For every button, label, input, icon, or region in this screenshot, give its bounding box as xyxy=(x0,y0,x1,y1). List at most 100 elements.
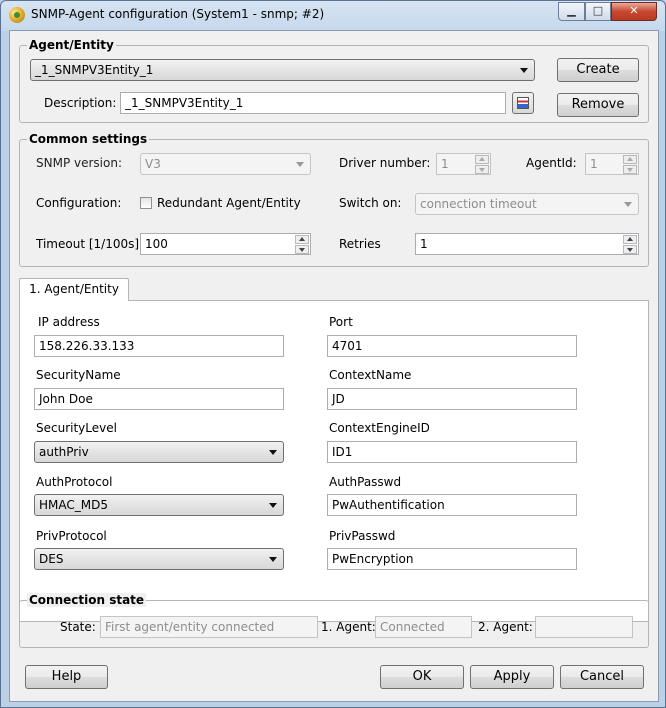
retries-input[interactable]: 1 xyxy=(415,233,639,255)
snmp-version-label: SNMP version: xyxy=(36,156,122,170)
security-name-input[interactable]: John Doe xyxy=(34,388,284,410)
spin-down-icon[interactable] xyxy=(623,245,637,254)
spin-up-icon[interactable] xyxy=(623,155,637,164)
dialog-window: SNMP-Agent configuration (System1 - snmp… xyxy=(0,0,666,708)
chevron-down-icon xyxy=(269,450,277,455)
redundant-checkbox[interactable] xyxy=(140,197,152,209)
help-button[interactable]: Help xyxy=(25,665,108,689)
spin-up-icon[interactable] xyxy=(623,235,637,244)
description-input[interactable]: _1_SNMPV3Entity_1 xyxy=(120,92,506,114)
driver-number-value: 1 xyxy=(441,157,449,171)
connection-state-group: Connection state State: First agent/enti… xyxy=(19,593,649,648)
app-icon xyxy=(9,7,25,23)
connection-state-legend: Connection state xyxy=(27,593,147,607)
chevron-down-icon xyxy=(269,503,277,508)
driver-number-input[interactable]: 1 xyxy=(436,153,491,175)
dialog-footer: Help OK Apply Cancel xyxy=(9,654,659,702)
priv-protocol-select[interactable]: DES xyxy=(34,548,284,570)
minimize-button[interactable]: ▁ xyxy=(558,2,585,21)
agent2-label: 2. Agent: xyxy=(478,620,533,634)
retries-value: 1 xyxy=(420,237,428,251)
spin-down-icon[interactable] xyxy=(295,245,309,254)
ok-button[interactable]: OK xyxy=(380,665,464,689)
dialog-body: Agent/Entity _1_SNMPV3Entity_1 Create De… xyxy=(9,30,659,656)
chevron-down-icon xyxy=(520,68,528,73)
retries-label: Retries xyxy=(339,237,381,251)
chevron-down-icon xyxy=(296,162,304,167)
language-button[interactable] xyxy=(512,92,534,114)
driver-number-label: Driver number: xyxy=(339,156,431,170)
switch-on-label: Switch on: xyxy=(339,196,402,210)
switch-on-value: connection timeout xyxy=(420,197,537,211)
context-engine-id-label: ContextEngineID xyxy=(329,421,430,435)
state-field: First agent/entity connected xyxy=(100,616,318,638)
configuration-label: Configuration: xyxy=(36,196,122,210)
timeout-spinner[interactable] xyxy=(295,234,309,254)
spin-up-icon[interactable] xyxy=(475,155,489,164)
agent-entity-select-value: _1_SNMPV3Entity_1 xyxy=(35,63,154,77)
ip-address-input[interactable]: 158.226.33.133 xyxy=(34,335,284,357)
flag-icon xyxy=(517,97,529,109)
context-engine-id-input[interactable]: ID1 xyxy=(327,441,577,463)
agent-id-value: 1 xyxy=(590,157,598,171)
timeout-input[interactable]: 100 xyxy=(140,233,311,255)
auth-protocol-value: HMAC_MD5 xyxy=(39,498,108,512)
spin-down-icon[interactable] xyxy=(475,165,489,174)
create-button[interactable]: Create xyxy=(557,58,639,82)
maximize-button[interactable]: □ xyxy=(585,2,611,21)
security-name-label: SecurityName xyxy=(36,368,121,382)
security-level-select[interactable]: authPriv xyxy=(34,441,284,463)
security-level-label: SecurityLevel xyxy=(36,421,117,435)
tab-agent-entity-1[interactable]: 1. Agent/Entity xyxy=(19,278,129,301)
timeout-value: 100 xyxy=(145,237,168,251)
redundant-label[interactable]: Redundant Agent/Entity xyxy=(157,196,301,210)
priv-passwd-label: PrivPasswd xyxy=(329,529,396,543)
close-button[interactable]: ✕ xyxy=(611,2,657,21)
description-label: Description: xyxy=(44,96,117,110)
retries-spinner[interactable] xyxy=(623,234,637,254)
context-name-input[interactable]: JD xyxy=(327,388,577,410)
snmp-version-value: V3 xyxy=(145,157,161,171)
port-label: Port xyxy=(329,315,353,329)
title-bar[interactable]: SNMP-Agent configuration (System1 - snmp… xyxy=(1,1,665,29)
priv-protocol-label: PrivProtocol xyxy=(36,529,107,543)
spin-down-icon[interactable] xyxy=(623,165,637,174)
auth-passwd-input[interactable]: PwAuthentification xyxy=(327,494,577,516)
ip-address-label: IP address xyxy=(38,315,100,329)
agent1-label: 1. Agent: xyxy=(321,620,376,634)
spin-up-icon[interactable] xyxy=(295,235,309,244)
agent-entity-tab-panel: IP address 158.226.33.133 Port 4701 Secu… xyxy=(19,300,649,622)
timeout-label: Timeout [1/100s] xyxy=(36,237,140,251)
minimize-icon: ▁ xyxy=(567,4,576,17)
agent-id-spinner[interactable] xyxy=(623,154,637,174)
chevron-down-icon xyxy=(269,557,277,562)
chevron-down-icon xyxy=(624,202,632,207)
context-name-label: ContextName xyxy=(329,368,412,382)
auth-passwd-label: AuthPasswd xyxy=(329,475,402,489)
agent-entity-legend: Agent/Entity xyxy=(27,38,116,52)
port-input[interactable]: 4701 xyxy=(327,335,577,357)
state-label: State: xyxy=(60,620,96,634)
agent-id-input[interactable]: 1 xyxy=(585,153,639,175)
close-icon: ✕ xyxy=(629,4,639,17)
security-level-value: authPriv xyxy=(39,445,89,459)
agent-entity-select[interactable]: _1_SNMPV3Entity_1 xyxy=(30,59,535,81)
agent-id-label: AgentId: xyxy=(526,156,577,170)
priv-passwd-input[interactable]: PwEncryption xyxy=(327,548,577,570)
common-settings-group: Common settings SNMP version: V3 Driver … xyxy=(19,132,649,267)
common-settings-legend: Common settings xyxy=(27,132,150,146)
agent-entity-group: Agent/Entity _1_SNMPV3Entity_1 Create De… xyxy=(19,38,649,123)
switch-on-select[interactable]: connection timeout xyxy=(415,193,639,215)
driver-number-spinner[interactable] xyxy=(475,154,489,174)
agent2-field xyxy=(535,616,633,638)
cancel-button[interactable]: Cancel xyxy=(560,665,644,689)
remove-button[interactable]: Remove xyxy=(557,93,639,117)
apply-button[interactable]: Apply xyxy=(470,665,554,689)
snmp-version-select[interactable]: V3 xyxy=(140,153,311,175)
window-title: SNMP-Agent configuration (System1 - snmp… xyxy=(31,7,325,21)
maximize-icon: □ xyxy=(592,4,604,17)
priv-protocol-value: DES xyxy=(39,552,64,566)
auth-protocol-label: AuthProtocol xyxy=(36,475,113,489)
agent1-field: Connected xyxy=(375,616,472,638)
auth-protocol-select[interactable]: HMAC_MD5 xyxy=(34,494,284,516)
